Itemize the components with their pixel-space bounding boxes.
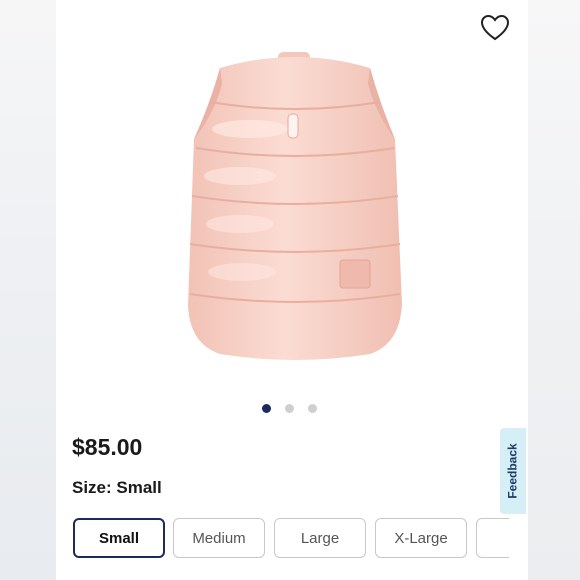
size-option-small[interactable]: Small: [73, 518, 165, 558]
product-image: [180, 44, 410, 364]
product-price: $85.00: [72, 434, 143, 460]
feedback-label: Feedback: [506, 443, 521, 499]
size-options: Small Medium Large X-Large XX: [73, 518, 509, 560]
gallery-dot-3[interactable]: [308, 404, 317, 413]
feedback-tab[interactable]: Feedback: [500, 428, 526, 514]
gallery-dot-2[interactable]: [285, 404, 294, 413]
gallery-dot-1[interactable]: [262, 404, 271, 413]
product-image-area: [56, 0, 528, 395]
gallery-dots: [262, 404, 317, 416]
size-option-x-large[interactable]: X-Large: [375, 518, 467, 558]
favorite-heart-icon[interactable]: [480, 14, 510, 42]
selected-size-label: Size: Small: [72, 478, 162, 497]
size-option-xx[interactable]: XX: [476, 518, 509, 558]
size-option-large[interactable]: Large: [274, 518, 366, 558]
background-right: [528, 0, 580, 580]
size-option-medium[interactable]: Medium: [173, 518, 265, 558]
product-panel: $85.00 Size: Small Small Medium Large X-…: [56, 0, 528, 580]
background-left: [0, 0, 56, 580]
